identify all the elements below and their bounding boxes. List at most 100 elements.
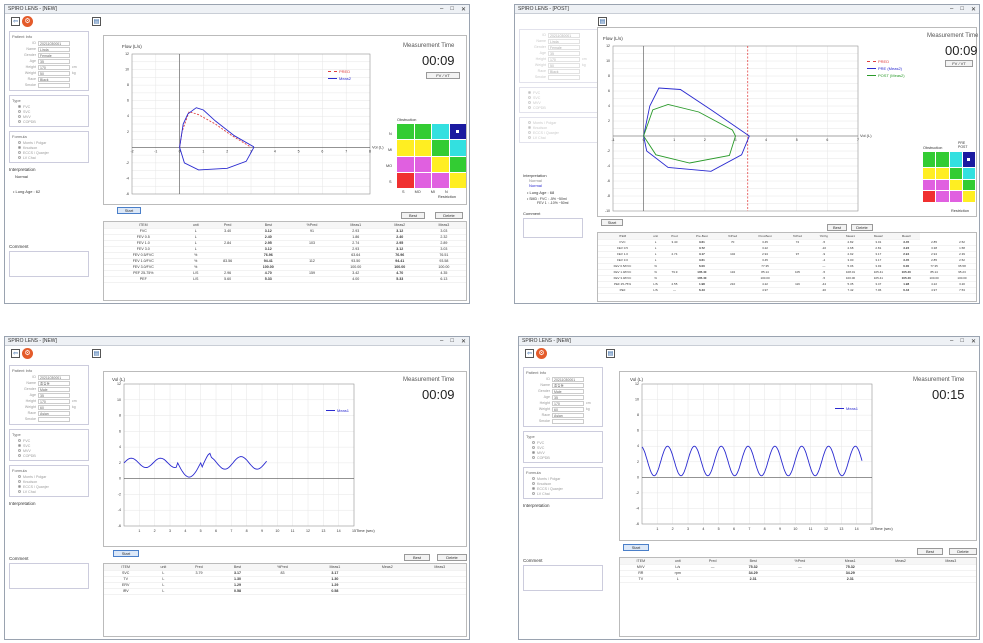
best-button[interactable]: Best — [401, 212, 425, 219]
radio-icon[interactable] — [532, 451, 535, 454]
table-row[interactable]: TV L 2.31 2.31 — [620, 576, 976, 583]
fv-vt-button[interactable]: FV / VT — [945, 60, 973, 67]
delete-button[interactable]: Delete — [949, 548, 977, 555]
logout-icon[interactable]: ⇦ — [525, 348, 534, 358]
best-button[interactable]: Best — [827, 224, 847, 231]
settings-icon[interactable]: ⚙ — [536, 347, 547, 359]
field-value[interactable]: Female — [548, 44, 580, 50]
radio-icon[interactable] — [18, 110, 21, 113]
radio-icon[interactable] — [532, 456, 535, 459]
radio-icon[interactable] — [528, 101, 531, 104]
close-icon[interactable]: ✕ — [461, 338, 466, 345]
field-value[interactable]: 35 — [38, 392, 70, 398]
radio-icon[interactable] — [18, 115, 21, 118]
field-value[interactable]: Male — [38, 386, 70, 392]
close-icon[interactable]: ✕ — [461, 6, 466, 13]
field-value[interactable]: 20211030001 — [548, 32, 580, 38]
field-value[interactable]: Asian — [38, 410, 70, 416]
delete-button[interactable]: Delete — [437, 554, 467, 561]
field-value[interactable]: 35 — [548, 50, 580, 56]
radio-icon[interactable] — [18, 156, 21, 159]
field-value[interactable]: Linda — [38, 46, 70, 52]
field-value[interactable]: 20211030001 — [552, 376, 584, 382]
radio-option[interactable]: COPDB — [12, 119, 86, 124]
radio-option[interactable]: LV Chai — [526, 491, 600, 496]
radio-icon[interactable] — [532, 487, 535, 490]
table-row[interactable]: PEF L/S 5.60 5.33 4.00 5.33 6.13 — [104, 276, 466, 283]
field-value[interactable]: 20211030001 — [38, 40, 70, 46]
radio-icon[interactable] — [528, 121, 531, 124]
field-value[interactable]: 170 — [552, 400, 584, 406]
comment-box[interactable] — [9, 563, 89, 589]
field-value[interactable]: 60 — [552, 406, 584, 412]
report-icon[interactable]: ▤ — [92, 348, 101, 358]
radio-icon[interactable] — [528, 91, 531, 94]
field-value[interactable]: 170 — [548, 56, 580, 62]
radio-icon[interactable] — [18, 454, 21, 457]
minimize-icon[interactable]: – — [440, 338, 443, 345]
best-button[interactable]: Best — [404, 554, 430, 561]
start-button[interactable]: Start — [117, 207, 141, 214]
delete-button[interactable]: Delete — [435, 212, 463, 219]
logout-icon[interactable]: ⇦ — [11, 16, 20, 26]
field-value[interactable]: 35 — [552, 394, 584, 400]
minimize-icon[interactable]: – — [440, 6, 443, 13]
field-value[interactable]: Female — [38, 52, 70, 58]
field-value[interactable] — [552, 418, 584, 424]
table-row[interactable]: IRV L 0.58 0.58 — [104, 588, 466, 595]
radio-option[interactable]: LV Chai — [12, 489, 86, 494]
radio-icon[interactable] — [528, 106, 531, 109]
radio-icon[interactable] — [532, 482, 535, 485]
radio-icon[interactable] — [532, 477, 535, 480]
field-value[interactable]: 20211030001 — [38, 374, 70, 380]
radio-icon[interactable] — [18, 439, 21, 442]
minimize-icon[interactable]: – — [950, 338, 953, 345]
radio-icon[interactable] — [18, 146, 21, 149]
field-value[interactable]: 50 — [548, 62, 580, 68]
radio-option[interactable]: COPDB — [12, 453, 86, 458]
radio-icon[interactable] — [18, 120, 21, 123]
report-icon[interactable]: ▤ — [606, 348, 615, 358]
best-button[interactable]: Best — [917, 548, 943, 555]
radio-icon[interactable] — [18, 449, 21, 452]
maximize-icon[interactable]: □ — [450, 338, 454, 345]
logout-icon[interactable]: ⇦ — [11, 348, 20, 358]
minimize-icon[interactable]: – — [950, 6, 953, 13]
table-row[interactable]: PEF L/S —6.43 4.97 -30 7.42 7.06 6.43 4.97 7.53 — [598, 287, 976, 294]
field-value[interactable]: 35 — [38, 58, 70, 64]
maximize-icon[interactable]: □ — [960, 338, 964, 345]
radio-icon[interactable] — [528, 96, 531, 99]
radio-icon[interactable] — [528, 126, 531, 129]
field-value[interactable] — [38, 416, 70, 422]
radio-icon[interactable] — [18, 485, 21, 488]
field-value[interactable]: 170 — [38, 64, 70, 70]
settings-icon[interactable]: ⚙ — [22, 15, 33, 27]
field-value[interactable]: 홍길동 — [38, 380, 70, 386]
field-value[interactable]: Asian — [552, 412, 584, 418]
field-value[interactable]: 홍길동 — [552, 382, 584, 388]
radio-option[interactable]: LV Chai — [522, 135, 596, 140]
field-value[interactable]: 50 — [38, 70, 70, 76]
radio-icon[interactable] — [528, 131, 531, 134]
report-icon[interactable]: ▤ — [598, 16, 607, 26]
radio-icon[interactable] — [532, 492, 535, 495]
radio-icon[interactable] — [18, 480, 21, 483]
settings-icon[interactable]: ⚙ — [22, 347, 33, 359]
radio-icon[interactable] — [532, 446, 535, 449]
radio-icon[interactable] — [18, 141, 21, 144]
comment-box[interactable] — [9, 251, 89, 277]
radio-option[interactable]: COPDB — [526, 455, 600, 460]
radio-icon[interactable] — [532, 441, 535, 444]
comment-box[interactable] — [523, 565, 603, 591]
radio-icon[interactable] — [18, 475, 21, 478]
fv-vt-button[interactable]: FV / VT — [426, 72, 460, 79]
radio-icon[interactable] — [18, 444, 21, 447]
close-icon[interactable]: ✕ — [971, 338, 976, 345]
radio-icon[interactable] — [18, 105, 21, 108]
radio-option[interactable]: LV Chai — [12, 155, 86, 160]
field-value[interactable]: Male — [552, 388, 584, 394]
start-button[interactable]: Start — [601, 219, 623, 226]
comment-box[interactable] — [523, 218, 583, 238]
radio-icon[interactable] — [18, 151, 21, 154]
field-value[interactable]: 60 — [38, 404, 70, 410]
